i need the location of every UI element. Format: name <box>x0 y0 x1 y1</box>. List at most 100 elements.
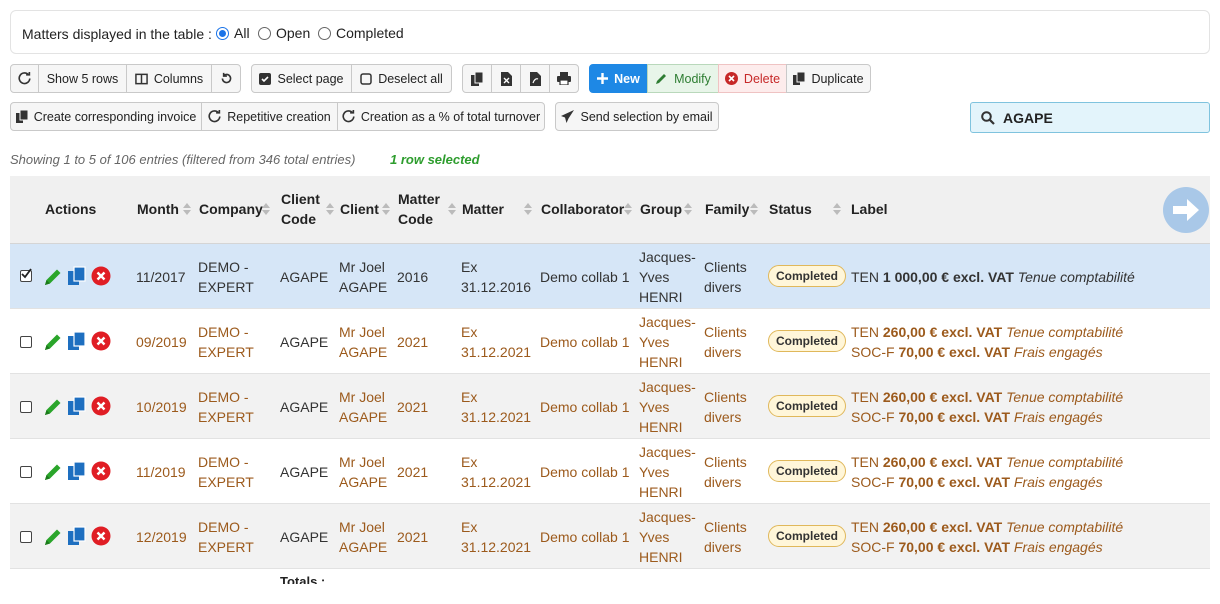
delete-circle-icon <box>724 72 738 85</box>
refresh-button[interactable] <box>10 64 39 93</box>
cell-company: DEMO - EXPERT <box>198 389 254 425</box>
cell-matter-code: 2021 <box>397 529 429 545</box>
header-client[interactable]: Client <box>340 199 379 219</box>
row-actions <box>44 526 111 546</box>
row-checkbox[interactable] <box>20 531 32 543</box>
header-status[interactable]: Status <box>769 199 812 219</box>
cell-client: Mr Joel AGAPE <box>339 389 388 425</box>
delete-circle-icon[interactable] <box>91 526 111 546</box>
refresh-icon <box>342 110 355 123</box>
row-checkbox[interactable] <box>20 268 32 282</box>
search-input[interactable]: AGAPE <box>970 102 1210 133</box>
radio-all[interactable]: All <box>216 25 250 41</box>
print-button[interactable] <box>549 64 579 93</box>
cell-family: Clients divers <box>704 519 747 555</box>
table-row[interactable]: 12/2019 DEMO - EXPERT AGAPE Mr Joel AGAPE 2021… <box>10 504 1210 569</box>
show-rows-button[interactable]: Show 5 rows <box>38 64 127 93</box>
header-matter-code-line1[interactable]: Matter <box>398 189 440 209</box>
modify-label: Modify <box>674 71 711 86</box>
copy-icon[interactable] <box>67 331 87 351</box>
new-button[interactable]: New <box>589 64 648 93</box>
select-page-button[interactable]: Select page <box>251 64 352 93</box>
deselect-all-button[interactable]: Deselect all <box>351 64 452 93</box>
repetitive-creation-button[interactable]: Repetitive creation <box>201 102 338 131</box>
cell-group: Jacques- Yves HENRI <box>639 509 696 565</box>
radio-open-dot[interactable] <box>258 26 271 40</box>
pdf-export-button[interactable] <box>520 64 550 93</box>
scroll-right-button[interactable] <box>1163 187 1209 233</box>
cell-client-code: AGAPE <box>280 399 329 415</box>
cell-label: TEN 260,00 € excl. VAT Tenue comptabilit… <box>851 387 1123 427</box>
radio-open-label: Open <box>276 25 311 41</box>
empty-square-icon <box>360 72 372 85</box>
undo-button[interactable] <box>211 64 241 93</box>
pencil-icon[interactable] <box>44 397 63 416</box>
label-line: TEN 260,00 € excl. VAT Tenue comptabilit… <box>851 454 1124 470</box>
copy-icon[interactable] <box>67 526 87 546</box>
table-row[interactable]: 09/2019 DEMO - EXPERT AGAPE Mr Joel AGAPE 2021… <box>10 309 1210 374</box>
refresh-icon <box>18 72 31 85</box>
delete-circle-icon[interactable] <box>91 331 111 351</box>
pencil-icon[interactable] <box>44 462 63 481</box>
copy-button[interactable] <box>462 64 492 93</box>
status-badge: Completed <box>768 265 847 287</box>
cell-month: 11/2017 <box>136 269 186 285</box>
radio-completed[interactable]: Completed <box>318 25 404 41</box>
delete-button[interactable]: Delete <box>718 64 787 93</box>
copy-icon[interactable] <box>67 266 87 286</box>
header-month[interactable]: Month <box>137 199 179 219</box>
header-label[interactable]: Label <box>851 199 888 219</box>
cell-client: Mr Joel AGAPE <box>339 519 388 555</box>
send-email-button[interactable]: Send selection by email <box>555 102 719 131</box>
row-checkbox[interactable] <box>20 466 32 478</box>
pencil-icon[interactable] <box>44 332 63 351</box>
header-matter-code-line2[interactable]: Code <box>398 209 433 229</box>
show-rows-label: Show 5 rows <box>46 71 119 86</box>
radio-completed-dot[interactable] <box>318 26 331 40</box>
table-row[interactable]: 10/2019 DEMO - EXPERT AGAPE Mr Joel AGAPE 2021… <box>10 374 1210 439</box>
totals-label: Totals : <box>280 574 326 584</box>
cell-matter: Ex 31.12.2016 <box>461 259 532 295</box>
create-invoice-button[interactable]: Create corresponding invoice <box>10 102 202 131</box>
columns-button[interactable]: Columns <box>126 64 212 93</box>
table-row[interactable]: 11/2017 DEMO - EXPERT AGAPE Mr Joel AGAPE 2016… <box>10 244 1210 309</box>
create-invoice-label: Create corresponding invoice <box>33 109 197 124</box>
cell-matter: Ex 31.12.2021 <box>461 519 532 555</box>
row-checkbox[interactable] <box>20 336 32 348</box>
copy-icon[interactable] <box>67 461 87 481</box>
radio-all-dot[interactable] <box>216 26 229 40</box>
table-header: Actions Month Company Client Code Client… <box>10 176 1210 244</box>
row-actions <box>44 331 111 351</box>
header-group[interactable]: Group <box>640 199 682 219</box>
header-family[interactable]: Family <box>705 199 749 219</box>
cell-label: TEN 260,00 € excl. VAT Tenue comptabilit… <box>851 452 1123 492</box>
cell-family: Clients divers <box>704 454 747 490</box>
modify-button[interactable]: Modify <box>647 64 719 93</box>
copy-icon[interactable] <box>67 396 87 416</box>
delete-circle-icon[interactable] <box>91 266 111 286</box>
creation-percent-button[interactable]: Creation as a % of total turnover <box>337 102 545 131</box>
search-value: AGAPE <box>1003 109 1053 126</box>
cell-month: 09/2019 <box>136 334 187 350</box>
header-client-code-line2[interactable]: Code <box>281 209 316 229</box>
cell-client-code: AGAPE <box>280 464 329 480</box>
header-client-code-line1[interactable]: Client <box>281 189 320 209</box>
cell-family: Clients divers <box>704 259 747 295</box>
copy-icon <box>15 110 28 123</box>
pencil-icon[interactable] <box>44 527 63 546</box>
pencil-icon[interactable] <box>44 267 63 286</box>
header-company[interactable]: Company <box>199 199 263 219</box>
label-line: TEN 260,00 € excl. VAT Tenue comptabilit… <box>851 519 1124 535</box>
cell-family: Clients divers <box>704 389 747 425</box>
delete-circle-icon[interactable] <box>91 461 111 481</box>
header-matter[interactable]: Matter <box>462 199 504 219</box>
radio-open[interactable]: Open <box>258 25 310 41</box>
columns-icon <box>135 73 148 84</box>
excel-export-button[interactable] <box>491 64 521 93</box>
table-row[interactable]: 11/2019 DEMO - EXPERT AGAPE Mr Joel AGAPE 2021… <box>10 439 1210 504</box>
header-collaborator[interactable]: Collaborator <box>541 199 624 219</box>
label-line: SOC-F 70,00 € excl. VAT Frais engagés <box>851 409 1103 425</box>
duplicate-button[interactable]: Duplicate <box>786 64 871 93</box>
delete-circle-icon[interactable] <box>91 396 111 416</box>
row-checkbox[interactable] <box>20 401 32 413</box>
